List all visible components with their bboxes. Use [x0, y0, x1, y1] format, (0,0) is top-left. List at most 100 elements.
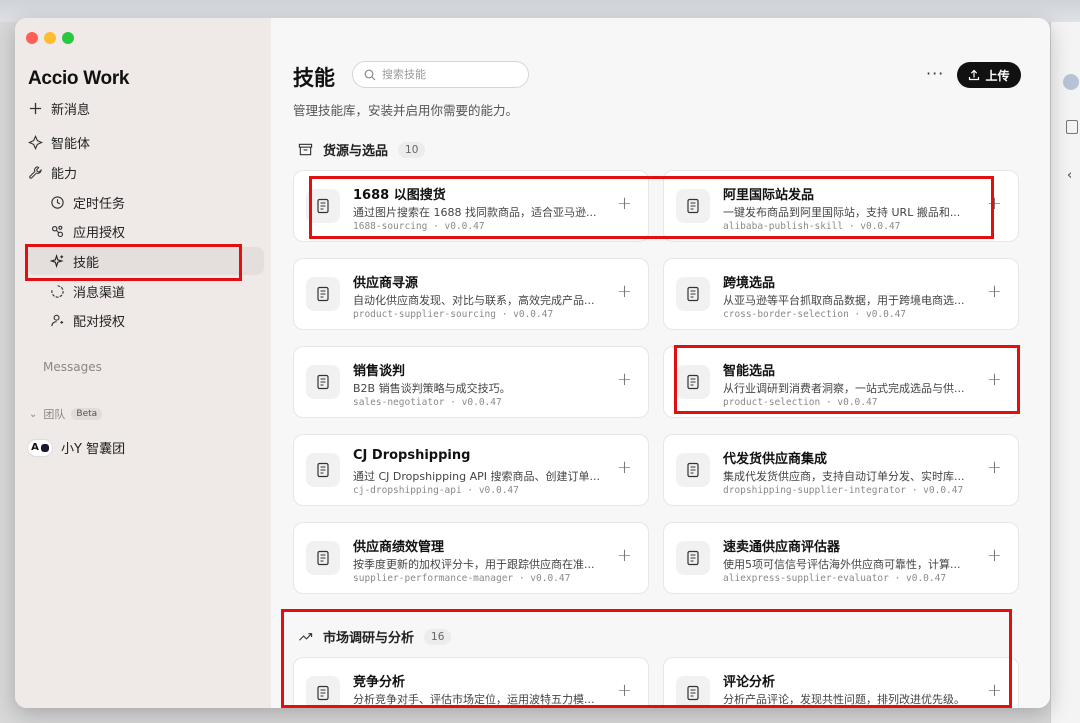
team-section-toggle[interactable]: ⌄ 团队 Beta: [29, 406, 103, 422]
new-message-button[interactable]: 新消息: [27, 94, 90, 122]
document-icon: [676, 541, 710, 575]
minimize-window-button[interactable]: [44, 32, 56, 44]
add-skill-button[interactable]: +: [987, 369, 1002, 390]
section-count-badge: 10: [398, 141, 426, 158]
section-header-market-research: 市场调研与分析 16: [298, 627, 452, 646]
plus-icon: [27, 100, 43, 116]
team-item[interactable]: A 小Y 智囊团: [27, 438, 125, 457]
sidebar: Accio Work 新消息 智能体 能力 定时任务 应用授权 技能 消息渠道 …: [15, 18, 271, 708]
link-icon: [49, 223, 65, 239]
document-icon: [676, 277, 710, 311]
skill-title: 速卖通供应商评估器: [723, 540, 841, 555]
document-icon: [676, 365, 710, 399]
sidebar-item-pairing-auth[interactable]: 配对授权: [49, 306, 125, 334]
section-title: 货源与选品: [323, 144, 389, 159]
document-icon: [306, 453, 340, 487]
trend-line-icon: [299, 633, 313, 641]
add-skill-button[interactable]: +: [987, 281, 1002, 302]
sidebar-item-agents[interactable]: 智能体: [27, 128, 90, 156]
skill-description: 通过图片搜索在 1688 找同款商品，适合亚马逊...: [353, 206, 597, 219]
skill-title: 代发货供应商集成: [723, 452, 828, 467]
document-icon: [306, 676, 340, 708]
skill-description: 自动化供应商发现、对比与联系，高效完成产品...: [353, 294, 595, 307]
person-key-icon: [49, 312, 65, 328]
chevron-down-icon: ⌄: [29, 408, 38, 420]
skill-meta: cj-dropshipping-api · v0.0.47: [353, 485, 519, 496]
sidebar-item-scheduled-tasks[interactable]: 定时任务: [49, 188, 125, 216]
sidebar-item-message-channels[interactable]: 消息渠道: [49, 277, 125, 305]
robot-icon: [40, 443, 49, 452]
zoom-window-button[interactable]: [62, 32, 74, 44]
skill-meta: 1688-sourcing · v0.0.47: [353, 221, 485, 232]
sidebar-item-label: 定时任务: [73, 196, 126, 212]
skill-card[interactable]: 供应商寻源自动化供应商发现、对比与联系，高效完成产品... product-sup…: [293, 258, 649, 330]
skill-meta: alibaba-publish-skill · v0.0.47: [723, 221, 901, 232]
more-options-button[interactable]: ···: [926, 64, 944, 83]
skill-meta: dropshipping-supplier-integrator · v0.0.…: [723, 485, 964, 496]
skill-meta: supplier-performance-manager · v0.0.47: [353, 573, 571, 584]
sidebar-item-label: 配对授权: [73, 314, 126, 330]
skill-card[interactable]: 阿里国际站发品 一键发布商品到阿里国际站，支持 URL 搬品和... alibaba…: [663, 170, 1019, 242]
add-skill-button[interactable]: +: [617, 193, 632, 214]
team-avatar-letter: A: [31, 442, 39, 453]
section-header-sourcing: 货源与选品 10: [298, 140, 426, 159]
skill-description: 从亚马逊等平台抓取商品数据，用于跨境电商选...: [723, 294, 965, 307]
wrench-icon: [27, 164, 43, 180]
add-skill-button[interactable]: +: [617, 680, 632, 701]
sidebar-item-skills[interactable]: 技能: [27, 247, 264, 275]
skill-card[interactable]: 跨境选品 从亚马逊等平台抓取商品数据，用于跨境电商选... cross-border…: [663, 258, 1019, 330]
skill-title: 跨境选品: [723, 276, 776, 291]
page-subtitle: 管理技能库，安装并启用你需要的能力。: [293, 103, 519, 118]
skill-title: 1688 以图搜货: [353, 188, 446, 203]
search-box[interactable]: [352, 61, 529, 88]
close-window-button[interactable]: [26, 32, 38, 44]
sidebar-item-label: 消息渠道: [73, 285, 126, 301]
skill-title: 智能选品: [723, 364, 776, 379]
skill-card[interactable]: 供应商绩效管理 按季度更新的加权评分卡，用于跟踪供应商在准... supplier-…: [293, 522, 649, 594]
skill-card[interactable]: 1688 以图搜货通过图片搜索在 1688 找同款商品，适合亚马逊... 1688…: [293, 170, 649, 242]
sidebar-item-abilities[interactable]: 能力: [27, 158, 77, 186]
skill-card[interactable]: 评论分析分析产品评论，发现共性问题，排列改进优先级。 +: [663, 657, 1019, 708]
document-icon: [306, 277, 340, 311]
add-skill-button[interactable]: +: [617, 369, 632, 390]
add-skill-button[interactable]: +: [987, 545, 1002, 566]
upload-button[interactable]: 上传: [957, 62, 1021, 88]
add-skill-button[interactable]: +: [987, 457, 1002, 478]
new-message-label: 新消息: [51, 102, 91, 118]
skill-title: 供应商寻源: [353, 276, 419, 291]
sidebar-item-label: 技能: [73, 255, 100, 271]
add-skill-button[interactable]: +: [617, 457, 632, 478]
chevron-left-icon: ‹: [1067, 168, 1073, 183]
page-title: 技能: [293, 66, 335, 90]
skill-card[interactable]: 销售谈判 B2B 销售谈判策略与成交技巧。 sales-negotiator · v…: [293, 346, 649, 418]
skill-description: 按季度更新的加权评分卡，用于跟踪供应商在准...: [353, 558, 595, 571]
app-window: Accio Work 新消息 智能体 能力 定时任务 应用授权 技能 消息渠道 …: [15, 18, 1050, 708]
section-count-badge: 16: [424, 628, 452, 645]
document-icon: [306, 541, 340, 575]
skill-card[interactable]: 速卖通供应商评估器 使用5项可信信号评估海外供应商可靠性，计算... aliexpr…: [663, 522, 1019, 594]
skill-title: 评论分析: [723, 675, 776, 690]
skill-meta: product-supplier-sourcing · v0.0.47: [353, 309, 554, 320]
document-icon: [676, 189, 710, 223]
skill-description: 分析产品评论，发现共性问题，排列改进优先级。: [723, 693, 965, 706]
skill-title: 竞争分析: [353, 675, 406, 690]
team-label: 团队: [43, 408, 66, 421]
sidebar-item-label: 应用授权: [73, 225, 126, 241]
skill-card[interactable]: CJ Dropshipping 通过 CJ Dropshipping API 搜索…: [293, 434, 649, 506]
archive-box-icon: [298, 143, 313, 156]
add-skill-button[interactable]: +: [987, 193, 1002, 214]
sparkle-icon: [49, 253, 65, 269]
skill-meta: sales-negotiator · v0.0.47: [353, 397, 502, 408]
upload-icon: [969, 69, 980, 81]
add-skill-button[interactable]: +: [987, 680, 1002, 701]
sidebar-item-app-auth[interactable]: 应用授权: [49, 217, 125, 245]
search-input[interactable]: [382, 68, 522, 81]
team-avatar: A: [27, 438, 53, 457]
add-skill-button[interactable]: +: [617, 545, 632, 566]
skill-card[interactable]: 竞争分析 分析竞争对手、评估市场定位，运用波特五力模... +: [293, 657, 649, 708]
add-skill-button[interactable]: +: [617, 281, 632, 302]
skill-card[interactable]: 代发货供应商集成 集成代发货供应商，支持自动订单分发、实时库... dropship…: [663, 434, 1019, 506]
skill-card[interactable]: 智能选品 从行业调研到消费者洞察，一站式完成选品与供... product-sele…: [663, 346, 1019, 418]
brand-logo: Accio Work: [28, 68, 130, 89]
team-item-label: 小Y 智囊团: [61, 442, 126, 457]
